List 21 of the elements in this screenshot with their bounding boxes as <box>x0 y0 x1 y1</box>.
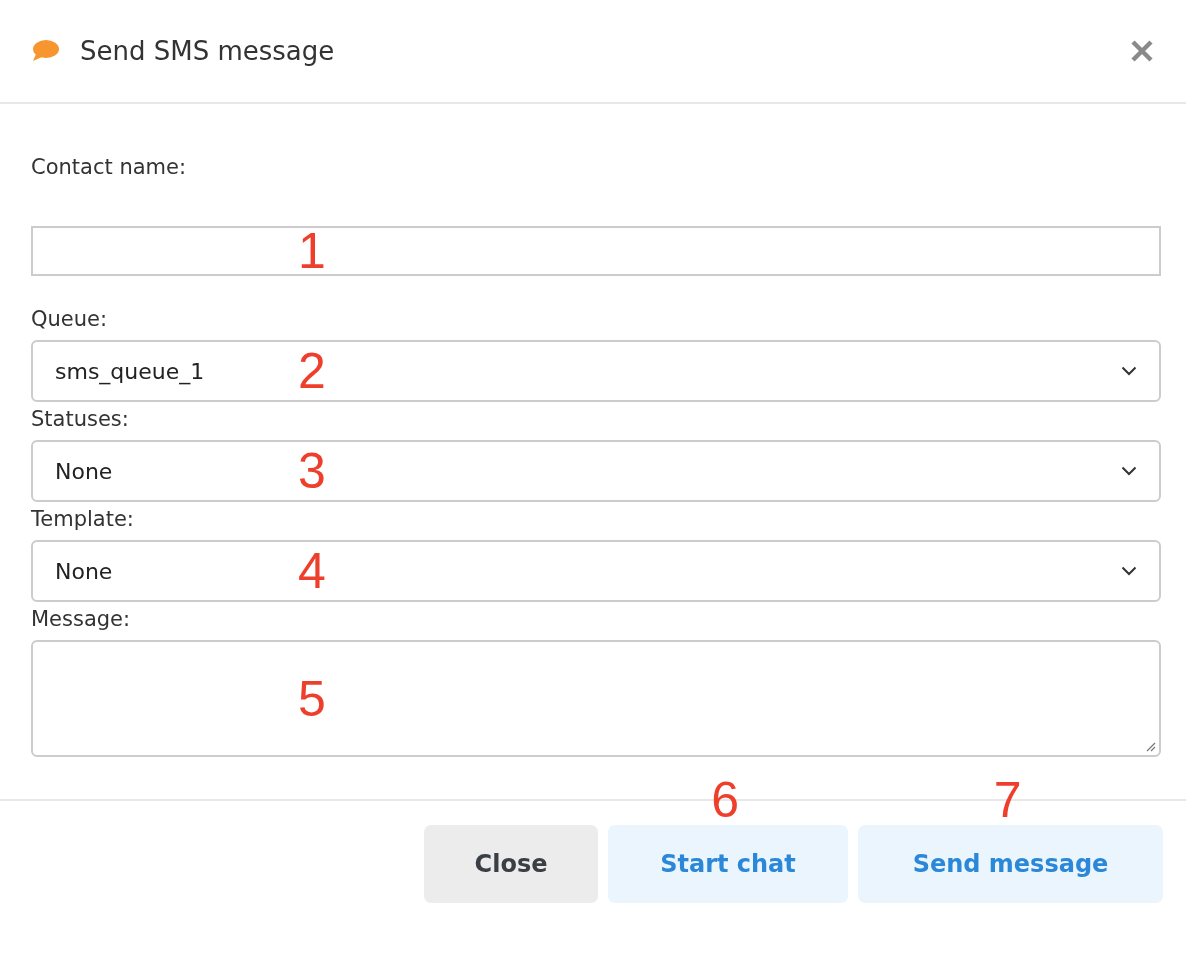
annotation-number: 7 <box>993 775 1022 825</box>
close-icon[interactable] <box>1130 39 1154 63</box>
annotation-number: 3 <box>298 446 326 496</box>
field-label: Statuses: <box>31 406 130 433</box>
annotation-number: 6 <box>711 775 740 825</box>
annotation-number: 1 <box>298 226 326 276</box>
field-label: Contact name: <box>31 154 187 181</box>
input-field[interactable] <box>31 226 1161 276</box>
chevron-down-icon <box>1121 366 1137 376</box>
chat-bubble-icon <box>30 39 60 63</box>
field-label: Template: <box>31 506 135 533</box>
chevron-down-icon <box>1121 566 1137 576</box>
annotation-number: 2 <box>298 346 326 396</box>
annotation-number: 5 <box>298 673 326 724</box>
resize-handle-icon[interactable] <box>1144 740 1156 752</box>
annotation-number: 4 <box>298 546 326 596</box>
field-label: Message: <box>31 606 132 633</box>
chevron-down-icon <box>1121 466 1137 476</box>
dialog-title: Send SMS message <box>80 36 336 66</box>
field-label: Queue: <box>31 306 109 333</box>
close-button[interactable]: Close <box>424 825 598 903</box>
